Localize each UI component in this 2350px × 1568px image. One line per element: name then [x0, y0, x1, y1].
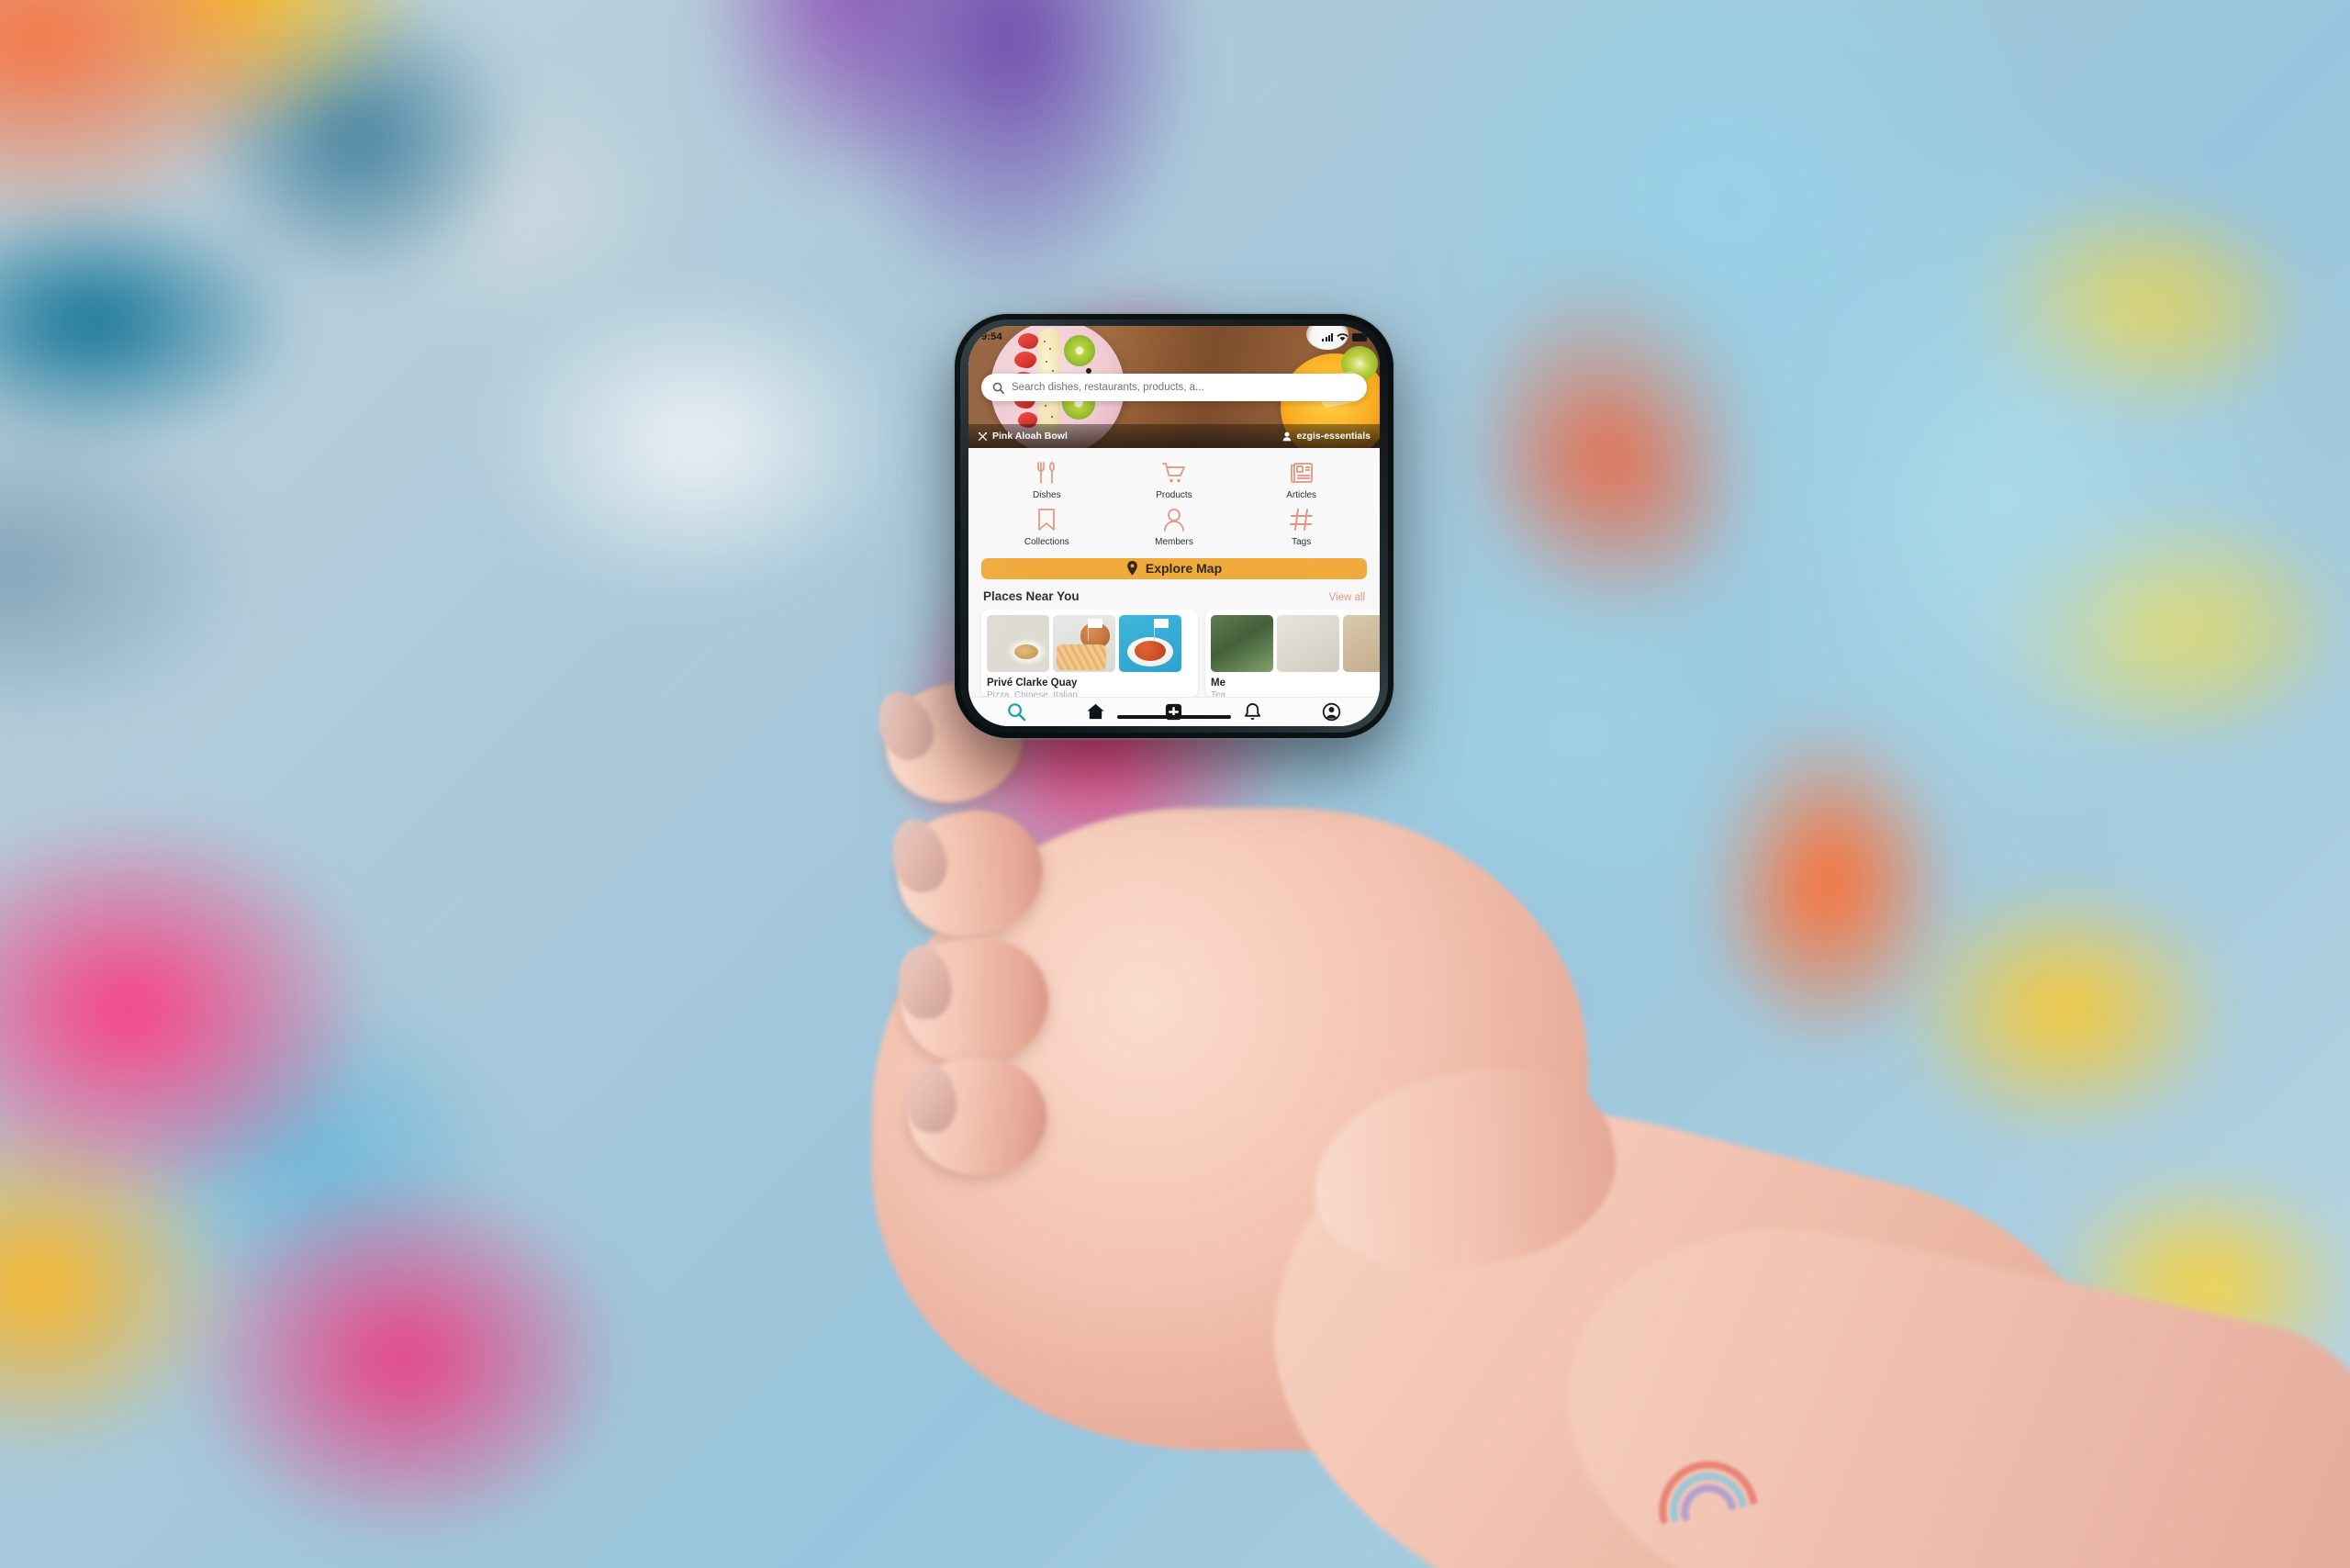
explore-map-button[interactable]: Explore Map [981, 558, 1367, 579]
user-icon [1164, 509, 1184, 532]
place-cuisine: Pizza, Chinese, Italian [987, 689, 1078, 698]
home-indicator [1117, 715, 1231, 719]
view-all-link[interactable]: View all [1329, 592, 1365, 603]
places-section-header: Places Near You View all [968, 579, 1380, 610]
map-pin-icon [1127, 561, 1137, 577]
cutlery-icon [978, 431, 988, 441]
profile-icon[interactable] [1322, 702, 1341, 722]
place-name: Privé Clarke Quay [987, 677, 1078, 689]
hero-dish-label: Pink Aloah Bowl [992, 431, 1068, 442]
hero-user-label: ezgis-essentials [1296, 431, 1371, 442]
hand-holding-phone [0, 0, 2350, 1568]
place-photo[interactable] [987, 614, 1049, 672]
newspaper-icon [1290, 463, 1313, 484]
explore-map-label: Explore Map [1145, 561, 1223, 577]
place-thumbnails [1211, 614, 1380, 672]
photo-flag [1154, 618, 1169, 641]
search-icon [992, 382, 1004, 394]
category-articles[interactable]: Articles [1237, 459, 1365, 500]
plus-square-icon[interactable] [1164, 702, 1183, 722]
battery-icon [1352, 332, 1367, 342]
status-time: 9:54 [981, 331, 1002, 342]
cutlery-icon [1037, 462, 1056, 484]
category-tags[interactable]: Tags [1237, 506, 1365, 547]
status-bar: 9:54 [968, 329, 1380, 345]
search-icon[interactable] [1007, 702, 1026, 722]
category-label: Dishes [1033, 490, 1061, 500]
hash-icon [1289, 509, 1313, 531]
shopping-cart-icon [1162, 463, 1185, 483]
bottom-navigation [968, 697, 1380, 726]
cellular-signal-icon [1322, 332, 1333, 342]
place-photo[interactable] [1053, 614, 1115, 672]
hero-user-tag[interactable]: ezgis-essentials [1282, 431, 1371, 442]
rainbow-tattoo [1659, 1461, 1758, 1525]
category-collections[interactable]: Collections [983, 506, 1111, 547]
place-cuisine: Tea [1211, 689, 1226, 698]
category-label: Articles [1286, 490, 1317, 500]
wifi-icon [1337, 333, 1348, 342]
search-bar[interactable]: Search dishes, restaurants, products, a.… [981, 374, 1367, 401]
places-carousel[interactable]: Privé Clarke Quay Pizza, Chinese, Italia… [968, 609, 1380, 698]
app-content: Dishes Products Articles Collections Mem… [968, 448, 1380, 726]
place-photo[interactable] [1119, 614, 1181, 672]
bell-icon[interactable] [1243, 702, 1262, 722]
place-card[interactable]: Me Tea 190 [1205, 609, 1380, 698]
category-products[interactable]: Products [1111, 459, 1238, 500]
photo-flag [1088, 618, 1102, 641]
category-grid: Dishes Products Articles Collections Mem… [968, 448, 1380, 551]
hero-dish-tag[interactable]: Pink Aloah Bowl [978, 431, 1068, 442]
place-name: Me [1211, 677, 1225, 689]
phone-screen: 9:54 Search dishes, restaurants, product… [968, 326, 1380, 726]
place-photo[interactable] [1211, 614, 1273, 672]
place-photo[interactable] [1277, 614, 1339, 672]
category-label: Collections [1024, 537, 1069, 547]
category-label: Products [1156, 490, 1192, 500]
category-label: Members [1155, 537, 1193, 547]
place-thumbnails [987, 614, 1192, 672]
hero-banner: 9:54 Search dishes, restaurants, product… [968, 326, 1380, 448]
home-icon[interactable] [1086, 702, 1105, 722]
bookmark-icon [1038, 509, 1056, 531]
person-icon [1283, 431, 1292, 441]
screenshot-scene: 9:54 Search dishes, restaurants, product… [0, 0, 2350, 1568]
places-title: Places Near You [983, 588, 1080, 603]
hero-caption: Pink Aloah Bowl ezgis-essentials [968, 424, 1380, 448]
place-card[interactable]: Privé Clarke Quay Pizza, Chinese, Italia… [981, 609, 1198, 698]
category-members[interactable]: Members [1111, 506, 1238, 547]
category-dishes[interactable]: Dishes [983, 459, 1111, 500]
place-photo[interactable] [1343, 614, 1380, 672]
search-input[interactable]: Search dishes, restaurants, products, a.… [1012, 382, 1204, 393]
category-label: Tags [1292, 537, 1312, 547]
